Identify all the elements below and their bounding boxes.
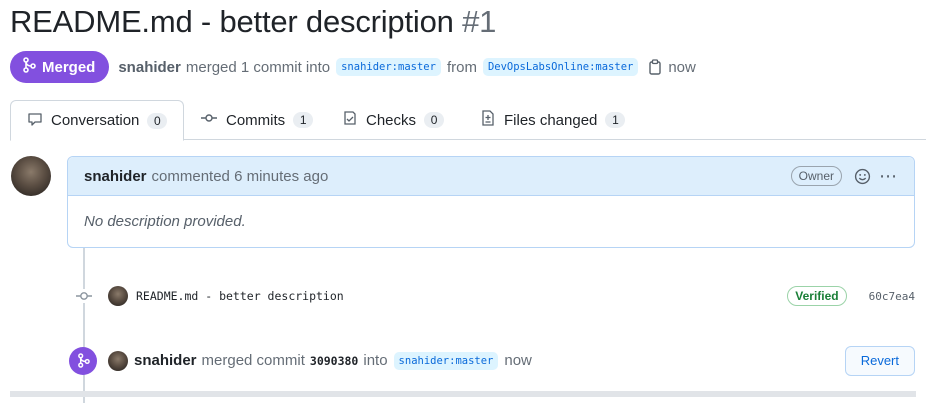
verified-badge[interactable]: Verified (787, 286, 847, 306)
pr-time: now (668, 58, 696, 76)
commit-icon (74, 289, 94, 303)
merge-icon (69, 346, 97, 375)
base-branch[interactable]: snahider:master (336, 58, 441, 76)
pr-merge-text: merged 1 commit into (185, 58, 331, 76)
pr-from-text: from (446, 58, 477, 76)
pr-title-text: README.md - better description (10, 4, 454, 39)
file-diff-icon (480, 110, 496, 130)
tab-label: Files changed (504, 111, 598, 129)
smiley-icon[interactable] (854, 168, 871, 185)
pr-number: #1 (462, 4, 497, 39)
commit-icon (200, 110, 218, 130)
tab-label: Commits (226, 111, 286, 129)
merge-time: now (504, 352, 532, 369)
merge-into-text: into (363, 352, 388, 369)
commit-message-link[interactable]: README.md - better description (136, 289, 344, 303)
timeline-rail (83, 248, 85, 403)
timeline-commit: README.md - better description Verified … (74, 283, 915, 309)
pr-tabs: Conversation 0 Commits 1 Checks 0 Files … (10, 100, 926, 141)
tab-counter: 0 (147, 112, 168, 129)
tab-counter: 1 (293, 112, 314, 128)
merge-icon (22, 57, 36, 77)
avatar[interactable] (11, 156, 51, 196)
tab-label: Checks (366, 111, 417, 129)
kebab-menu-icon[interactable]: ⋯ (879, 167, 898, 185)
pr-author-link[interactable]: snahider (118, 59, 181, 76)
tab-counter: 1 (605, 112, 626, 128)
merge-event-text: merged commit (201, 352, 305, 369)
pr-title: README.md - better description #1 (10, 4, 496, 40)
head-branch[interactable]: DevOpsLabsOnline:master (482, 58, 639, 76)
merged-state-label: Merged (42, 58, 96, 76)
timeline-divider (10, 391, 916, 397)
tab-files-changed[interactable]: Files changed 1 (480, 100, 626, 140)
avatar[interactable] (108, 286, 128, 306)
comment-header: snahider commented 6 minutes ago Owner ⋯ (68, 157, 914, 196)
comment-action: commented 6 minutes ago (151, 167, 329, 185)
comment-box: snahider commented 6 minutes ago Owner ⋯… (67, 156, 915, 248)
tab-commits[interactable]: Commits 1 (200, 100, 314, 140)
merge-target-branch[interactable]: snahider:master (393, 351, 499, 370)
tab-label: Conversation (51, 112, 140, 129)
commit-sha-link[interactable]: 60c7ea4 (869, 290, 915, 303)
checklist-icon (342, 110, 358, 130)
pr-meta: Merged snahider merged 1 commit into sna… (10, 51, 696, 83)
tab-conversation[interactable]: Conversation 0 (10, 100, 185, 141)
merge-commit-sha-link[interactable]: 3090380 (310, 354, 358, 368)
timeline-merge-event: snahider merged commit 3090380 into snah… (69, 345, 915, 376)
owner-badge: Owner (790, 166, 842, 186)
merged-state-badge: Merged (10, 51, 110, 83)
revert-button[interactable]: Revert (844, 345, 915, 376)
comment-author-link[interactable]: snahider (84, 168, 147, 185)
comment-body: No description provided. (84, 213, 246, 230)
merge-author-link[interactable]: snahider (134, 352, 197, 369)
comment-icon (27, 111, 43, 131)
tab-checks[interactable]: Checks 0 (342, 100, 445, 140)
avatar[interactable] (108, 350, 128, 371)
tab-counter: 0 (424, 112, 445, 128)
copy-icon[interactable] (648, 59, 662, 75)
